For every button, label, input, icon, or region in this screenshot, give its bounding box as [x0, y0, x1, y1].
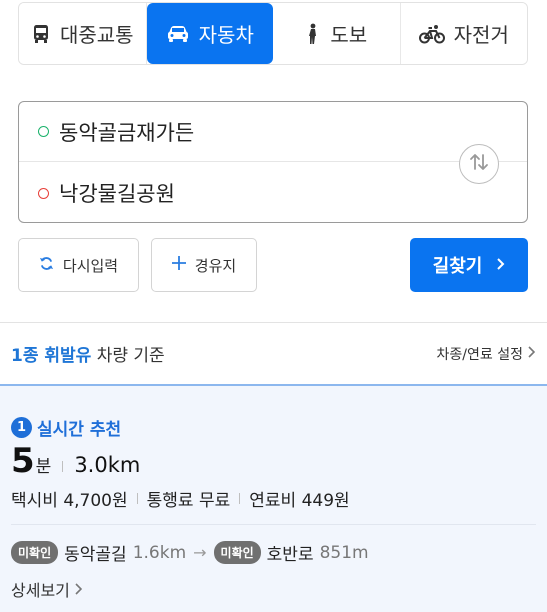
tab-walk[interactable]: 도보 — [273, 3, 401, 64]
detail-label: 상세보기 — [11, 581, 70, 600]
basis-suffix: 차량 기준 — [91, 346, 165, 366]
road-distance: 851m — [319, 542, 369, 563]
recommendation-header: 1 실시간 추천 — [11, 415, 121, 440]
chevron-right-icon — [496, 255, 505, 276]
reset-button[interactable]: 다시입력 — [18, 238, 139, 292]
tab-label: 대중교통 — [59, 23, 134, 47]
vehicle-basis: 1종 휘발유 차량 기준 — [11, 341, 165, 366]
walk-icon — [305, 23, 321, 45]
tab-label: 도보 — [330, 23, 368, 47]
separator — [62, 461, 64, 472]
tab-bicycle[interactable]: 자전거 — [400, 3, 527, 64]
route-roads: 미확인 동악골길 1.6km → 미확인 호반로 851m — [11, 540, 369, 565]
action-buttons: 다시입력 경유지 길찾기 — [18, 238, 528, 292]
destination-field[interactable]: 낙강물길공원 — [19, 163, 449, 223]
vehicle-settings-link[interactable]: 차종/연료 설정 — [436, 344, 536, 364]
duration-unit: 분 — [35, 457, 52, 477]
detail-view-link[interactable]: 상세보기 — [11, 577, 83, 601]
transport-mode-tabs: 대중교통 자동차 도보 자전거 — [18, 2, 528, 65]
duration-value: 5 — [11, 441, 35, 481]
origin-dot-icon — [38, 126, 49, 137]
tab-car[interactable]: 자동차 — [146, 3, 273, 64]
distance-value: 3.0km — [74, 453, 141, 477]
bus-icon — [31, 24, 51, 44]
swap-icon — [468, 152, 490, 176]
refresh-icon — [39, 256, 54, 275]
tab-public-transit[interactable]: 대중교통 — [19, 3, 147, 64]
road-name: 동악골길 — [64, 545, 127, 565]
route-result-card[interactable]: 1 실시간 추천 5 분 3.0km 택시비 4,700원 통행료 무료 연료비… — [0, 384, 547, 612]
tab-label: 자전거 — [453, 23, 509, 47]
origin-field[interactable]: 동악골금재가든 — [19, 102, 527, 162]
recommend-label: 실시간 추천 — [37, 420, 122, 440]
arrow-right-icon: → — [193, 543, 207, 562]
add-waypoint-button[interactable]: 경유지 — [151, 238, 257, 292]
fuel-type: 1종 휘발유 — [11, 346, 92, 366]
traffic-status-badge: 미확인 — [213, 541, 261, 564]
fuel-cost: 연료비 449원 — [249, 491, 350, 511]
search-route-button[interactable]: 길찾기 — [410, 238, 528, 292]
plus-icon — [171, 256, 186, 274]
destination-text: 낙강물길공원 — [59, 182, 175, 206]
search-label: 길찾기 — [432, 256, 483, 277]
toll-fee: 통행료 무료 — [146, 491, 231, 511]
separator — [239, 493, 241, 504]
origin-text: 동악골금재가든 — [59, 120, 195, 145]
car-icon — [166, 24, 190, 44]
time-distance: 5 분 3.0km — [11, 442, 140, 480]
road-name: 호반로 — [266, 545, 314, 565]
fee-info: 택시비 4,700원 통행료 무료 연료비 449원 — [11, 486, 350, 511]
reset-label: 다시입력 — [62, 256, 119, 275]
vehicle-basis-row: 1종 휘발유 차량 기준 차종/연료 설정 — [0, 323, 547, 384]
rank-badge: 1 — [11, 417, 32, 438]
card-divider — [11, 524, 536, 525]
chevron-right-icon — [75, 580, 83, 599]
route-input-box: 동악골금재가든 낙강물길공원 — [18, 101, 528, 223]
waypoint-label: 경유지 — [194, 256, 237, 275]
bicycle-icon — [418, 24, 445, 44]
chevron-right-icon — [528, 345, 536, 362]
taxi-fare: 택시비 4,700원 — [11, 491, 128, 511]
swap-button[interactable] — [459, 144, 499, 184]
tab-label: 자동차 — [198, 23, 254, 47]
destination-dot-icon — [38, 187, 49, 199]
separator — [136, 493, 138, 504]
traffic-status-badge: 미확인 — [11, 541, 59, 564]
road-distance: 1.6km — [132, 542, 187, 563]
settings-label: 차종/연료 설정 — [436, 346, 523, 363]
